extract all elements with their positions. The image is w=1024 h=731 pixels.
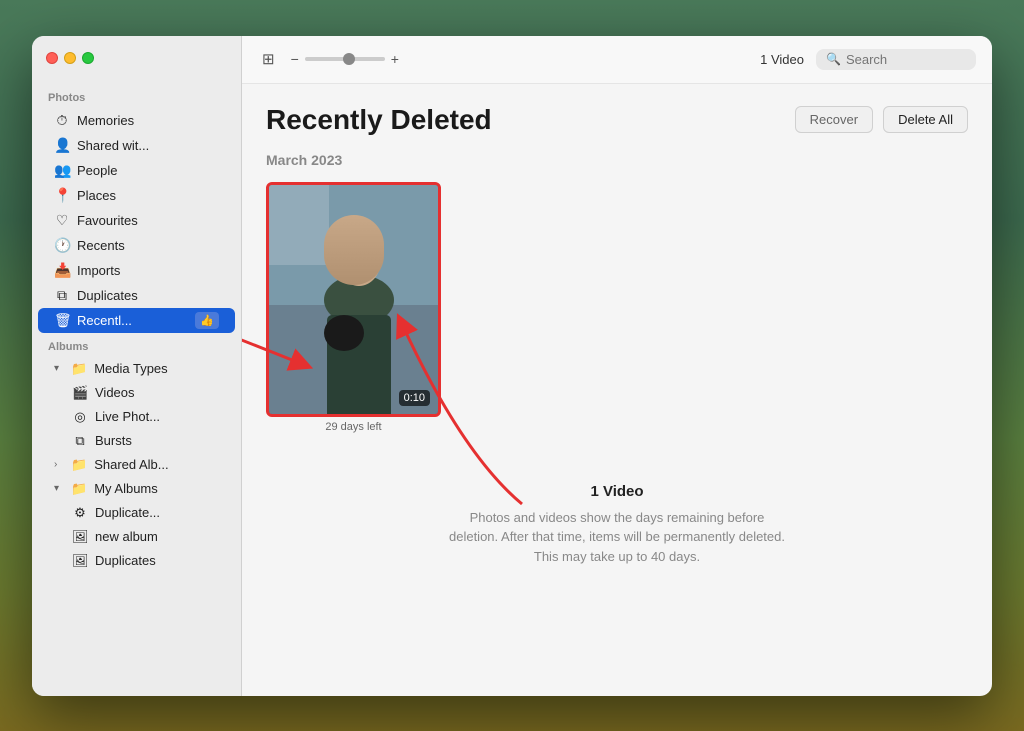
recently-deleted-badge: 👍 [195, 312, 219, 329]
sidebar-item-label: Duplicate... [95, 505, 219, 520]
shared-folder-icon: 📁 [71, 457, 87, 473]
search-icon: 🔍 [826, 52, 841, 66]
sidebar-item-label: Places [77, 188, 219, 203]
sidebar-item-label: Videos [95, 385, 219, 400]
media-thumbnail[interactable]: 0:10 [266, 182, 441, 417]
people-icon: 👥 [54, 162, 70, 179]
sidebar-item-duplicates[interactable]: ⧉ Duplicates [38, 283, 235, 308]
imports-icon: 📥 [54, 262, 70, 279]
chevron-right-icon: › [54, 459, 64, 470]
shared-icon: 👤 [54, 137, 70, 154]
minimize-button[interactable] [64, 52, 76, 64]
zoom-thumb [343, 53, 355, 65]
zoom-plus-button[interactable]: + [391, 51, 399, 67]
sidebar-item-media-types[interactable]: ▾ 📁 Media Types [38, 357, 235, 381]
sidebar-item-places[interactable]: 📍 Places [38, 183, 235, 208]
close-button[interactable] [46, 52, 58, 64]
sidebar-item-recents[interactable]: 🕐 Recents [38, 233, 235, 258]
zoom-control: − + [291, 51, 399, 67]
media-caption: 29 days left [325, 421, 381, 433]
thumbnail-image [269, 185, 438, 414]
my-albums-folder-icon: 📁 [71, 481, 87, 497]
sidebar-item-label: Bursts [95, 433, 219, 448]
content-area: Recently Deleted Recover Delete All Marc… [242, 84, 992, 696]
sidebar-item-label: new album [95, 529, 219, 544]
sidebar-item-live-photos[interactable]: ◎ Live Phot... [38, 405, 235, 429]
sidebar-item-label: People [77, 163, 219, 178]
delete-all-button[interactable]: Delete All [883, 106, 968, 133]
sidebar-item-label: My Albums [94, 481, 219, 496]
sidebar-item-label: Duplicates [95, 553, 219, 568]
media-grid: 0:10 29 days left [266, 182, 968, 433]
zoom-minus-button[interactable]: − [291, 51, 299, 67]
sidebar-item-label: Live Phot... [95, 409, 219, 424]
header-actions: Recover Delete All [795, 106, 968, 133]
view-toggle-button[interactable]: ⊞ [258, 46, 279, 72]
info-section: 1 Video Photos and videos show the days … [266, 463, 968, 587]
image-icon-2: 🖼 [72, 553, 88, 569]
sidebar-item-label: Favourites [77, 213, 219, 228]
sidebar-scroll: Photos ⏱ Memories 👤 Shared wit... 👥 Peop… [32, 80, 241, 696]
main-panel: ⊞ − + 1 Video 🔍 Recently Deleted Recove [242, 36, 992, 696]
sidebar-item-duplicates-album[interactable]: ⚙ Duplicate... [38, 501, 235, 525]
chevron-down-icon-2: ▾ [54, 483, 64, 494]
sidebar-item-videos[interactable]: 🎬 Videos [38, 381, 235, 405]
search-bar[interactable]: 🔍 [816, 49, 976, 70]
live-photos-icon: ◎ [72, 409, 88, 425]
memories-icon: ⏱ [54, 112, 70, 129]
section-date: March 2023 [266, 152, 968, 168]
sidebar-item-shared[interactable]: 👤 Shared wit... [38, 133, 235, 158]
sidebar-item-bursts[interactable]: ⧉ Bursts [38, 429, 235, 453]
sidebar-item-shared-albums[interactable]: › 📁 Shared Alb... [38, 453, 235, 477]
sidebar-item-label: Shared Alb... [94, 457, 219, 472]
sidebar-item-recently-deleted[interactable]: 🗑 Recentl... 👍 [38, 308, 235, 333]
search-input[interactable] [846, 52, 966, 67]
page-title: Recently Deleted [266, 104, 492, 136]
albums-section-label: Albums [32, 333, 241, 357]
bursts-icon: ⧉ [72, 433, 88, 449]
chevron-down-icon: ▾ [54, 363, 64, 374]
photos-section-label: Photos [32, 84, 241, 108]
video-frame-svg [269, 185, 441, 417]
folder-icon: 📁 [71, 361, 87, 377]
sidebar-item-label: Recentl... [77, 313, 184, 328]
sidebar-item-label: Media Types [94, 361, 219, 376]
zoom-slider[interactable] [305, 57, 385, 61]
sidebar-item-label: Recents [77, 238, 219, 253]
video-duration: 0:10 [399, 390, 430, 406]
sidebar-item-imports[interactable]: 📥 Imports [38, 258, 235, 283]
sidebar-item-label: Memories [77, 113, 219, 128]
recents-icon: 🕐 [54, 237, 70, 254]
sidebar: Photos ⏱ Memories 👤 Shared wit... 👥 Peop… [32, 36, 242, 696]
media-item[interactable]: 0:10 29 days left [266, 182, 441, 433]
places-icon: 📍 [54, 187, 70, 204]
recover-button[interactable]: Recover [795, 106, 873, 133]
sidebar-header [32, 36, 241, 80]
sidebar-item-duplicates2[interactable]: 🖼 Duplicates [38, 549, 235, 573]
sidebar-item-new-album[interactable]: 🖼 new album [38, 525, 235, 549]
sidebar-item-people[interactable]: 👥 People [38, 158, 235, 183]
page-header: Recently Deleted Recover Delete All [266, 104, 968, 136]
duplicates-icon: ⧉ [54, 287, 70, 304]
video-icon: 🎬 [72, 385, 88, 401]
maximize-button[interactable] [82, 52, 94, 64]
sidebar-item-label: Shared wit... [77, 138, 219, 153]
sidebar-item-label: Duplicates [77, 288, 219, 303]
toolbar: ⊞ − + 1 Video 🔍 [242, 36, 992, 84]
info-description: Photos and videos show the days remainin… [447, 508, 787, 567]
sidebar-item-my-albums[interactable]: ▾ 📁 My Albums [38, 477, 235, 501]
settings-icon: ⚙ [72, 505, 88, 521]
info-title: 1 Video [286, 483, 948, 500]
sidebar-item-label: Imports [77, 263, 219, 278]
sidebar-item-memories[interactable]: ⏱ Memories [38, 108, 235, 133]
trash-icon: 🗑 [54, 312, 70, 329]
sidebar-item-favourites[interactable]: ♡ Favourites [38, 208, 235, 233]
favourites-icon: ♡ [54, 212, 70, 229]
video-count-label: 1 Video [760, 52, 804, 67]
image-icon: 🖼 [72, 529, 88, 545]
